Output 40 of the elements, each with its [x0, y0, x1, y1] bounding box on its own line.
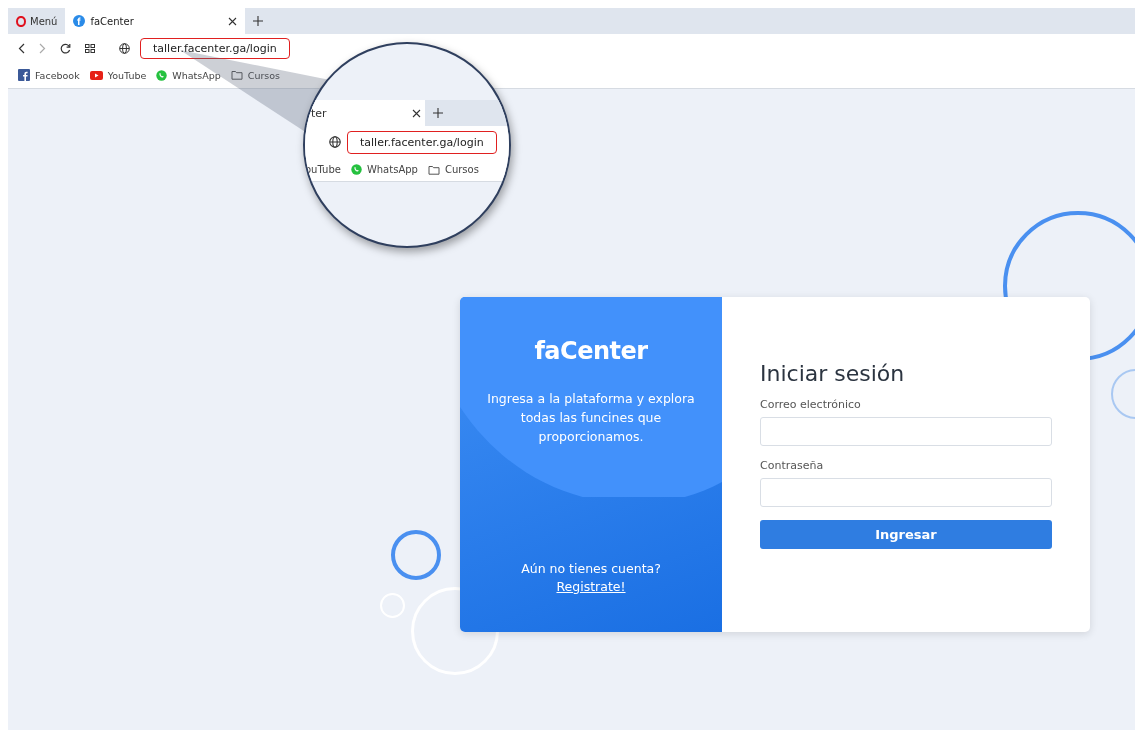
field-label: Contraseña — [760, 459, 825, 472]
facebook-icon — [18, 69, 30, 81]
close-icon — [412, 108, 421, 118]
bookmark[interactable]: YouTube — [89, 69, 147, 81]
bookmark: Cursos — [427, 164, 479, 175]
chat-icon — [156, 69, 168, 81]
globe-icon — [119, 42, 130, 54]
folder-icon — [230, 70, 243, 80]
browser-tab[interactable]: faCenter — [65, 8, 246, 34]
login-title: Iniciar sesión — [760, 361, 906, 386]
play-icon — [89, 70, 103, 80]
submit-button[interactable]: Ingresar — [760, 520, 1052, 549]
ring-decoration — [391, 530, 441, 580]
reload-icon[interactable] — [60, 42, 71, 54]
menu-button[interactable]: Menú — [8, 8, 66, 34]
address-field[interactable]: taller.facenter.ga/login — [140, 37, 290, 59]
address-field: taller.facenter.ga/login — [347, 130, 497, 154]
signup-link[interactable]: Registrate! — [556, 579, 626, 594]
site-logo-icon — [73, 15, 86, 27]
close-icon[interactable] — [228, 16, 238, 26]
folder-icon — [427, 164, 440, 175]
bookmark[interactable]: Facebook — [18, 69, 80, 81]
tagline: Ingresa a la plataforma y explora todas las funcines que proporcionamos. — [486, 390, 696, 446]
back-icon[interactable] — [18, 42, 25, 54]
tab-title: ter — [311, 106, 327, 120]
field-label: Correo electrónico — [760, 398, 862, 411]
brand-logo: faCenter — [534, 337, 648, 365]
bookmark[interactable]: WhatsApp — [156, 69, 221, 81]
input-field[interactable] — [760, 417, 1052, 446]
new-tab-icon[interactable] — [253, 16, 264, 26]
globe-icon — [329, 136, 341, 148]
chat-icon — [350, 164, 362, 175]
signup-prompt: Aún no tienes cuenta? — [521, 561, 661, 576]
bookmark[interactable]: Cursos — [230, 69, 281, 81]
input-field[interactable] — [760, 478, 1052, 507]
o-logo-icon — [16, 15, 26, 27]
bookmark: WhatsApp — [350, 164, 418, 175]
tab-title: faCenter — [90, 15, 135, 27]
grid-icon[interactable] — [85, 43, 95, 53]
new-tab-icon — [433, 108, 443, 118]
